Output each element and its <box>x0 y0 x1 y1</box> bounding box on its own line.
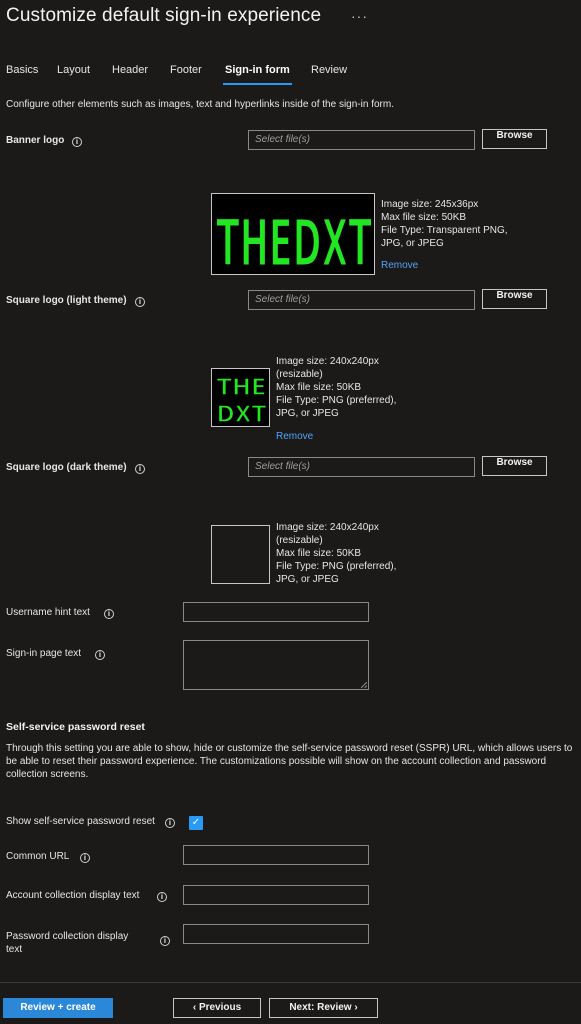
tab-review[interactable]: Review <box>311 64 347 76</box>
username-hint-input[interactable] <box>183 602 369 622</box>
next-label: Next: Review <box>289 1002 352 1013</box>
square-logo-light-file-input[interactable]: Select file(s) <box>248 290 475 310</box>
banner-logo-text: THEDXT <box>216 205 372 275</box>
meta-line: Image size: 240x240px <box>276 522 379 533</box>
square-logo-light-text-line2: DXT <box>217 402 267 427</box>
banner-logo-file-input[interactable]: Select file(s) <box>248 130 475 150</box>
banner-logo-preview: THEDXT <box>211 193 375 275</box>
banner-logo-image: THEDXT <box>212 194 374 275</box>
square-logo-dark-preview <box>211 525 270 584</box>
review-create-button[interactable]: Review + create <box>3 998 113 1018</box>
meta-line: (resizable) <box>276 369 323 380</box>
label-line: text <box>6 944 23 955</box>
banner-logo-browse-button[interactable]: Browse <box>482 129 547 149</box>
show-sspr-label: Show self-service password reset <box>6 816 155 827</box>
banner-logo-remove-link[interactable]: Remove <box>381 260 418 271</box>
meta-line: Image size: 240x240px <box>276 356 379 367</box>
signin-page-textarea[interactable] <box>183 640 369 690</box>
square-logo-light-image: THE DXT <box>212 369 269 427</box>
meta-line: File Type: Transparent PNG, <box>381 225 508 236</box>
meta-line: Max file size: 50KB <box>381 212 467 223</box>
info-icon[interactable]: i <box>135 464 145 474</box>
square-logo-light-preview: THE DXT <box>211 368 270 427</box>
info-icon[interactable]: i <box>157 892 167 902</box>
sspr-description: Through this setting you are able to sho… <box>6 743 573 780</box>
password-collection-label: Password collection display text <box>6 930 128 956</box>
meta-line: Max file size: 50KB <box>276 382 362 393</box>
meta-line: JPG, or JPEG <box>381 238 444 249</box>
signin-page-text-label: Sign-in page text <box>6 648 82 659</box>
label-line: Password collection display <box>6 931 129 942</box>
account-collection-input[interactable] <box>183 885 369 905</box>
info-icon[interactable]: i <box>160 936 170 946</box>
password-collection-input[interactable] <box>183 924 369 944</box>
previous-button[interactable]: ‹ Previous <box>173 998 261 1018</box>
meta-line: JPG, or JPEG <box>276 574 339 585</box>
square-logo-light-browse-button[interactable]: Browse <box>482 289 547 309</box>
sspr-heading: Self-service password reset <box>6 721 145 733</box>
info-icon[interactable]: i <box>72 137 82 147</box>
username-hint-label: Username hint text <box>6 607 90 618</box>
banner-logo-meta: Image size: 245x36px Max file size: 50KB… <box>381 198 508 250</box>
square-logo-light-remove-link[interactable]: Remove <box>276 431 313 442</box>
show-sspr-checkbox[interactable]: ✓ <box>189 816 203 830</box>
common-url-input[interactable] <box>183 845 369 865</box>
meta-line: Image size: 245x36px <box>381 199 479 210</box>
banner-logo-label: Banner logo <box>6 135 65 146</box>
square-logo-light-text-line1: THE <box>217 375 267 401</box>
tab-footer[interactable]: Footer <box>170 64 202 76</box>
resize-grip-icon[interactable] <box>361 682 367 688</box>
chevron-left-icon: ‹ <box>192 1002 197 1013</box>
account-collection-label: Account collection display text <box>6 890 140 901</box>
info-icon[interactable]: i <box>165 818 175 828</box>
meta-line: File Type: PNG (preferred), <box>276 395 397 406</box>
meta-line: JPG, or JPEG <box>276 408 339 419</box>
section-description: Configure other elements such as images,… <box>6 99 394 110</box>
info-icon[interactable]: i <box>80 853 90 863</box>
square-logo-light-label: Square logo (light theme) <box>6 295 127 306</box>
square-logo-dark-file-input[interactable]: Select file(s) <box>248 457 475 477</box>
square-logo-dark-meta: Image size: 240x240px (resizable) Max fi… <box>276 521 396 586</box>
tab-header[interactable]: Header <box>112 64 148 76</box>
tab-sign-in-form[interactable]: Sign-in form <box>225 64 290 76</box>
tab-layout[interactable]: Layout <box>57 64 90 76</box>
meta-line: Max file size: 50KB <box>276 548 362 559</box>
info-icon[interactable]: i <box>95 650 105 660</box>
footer-divider <box>0 982 581 983</box>
chevron-right-icon: › <box>354 1002 358 1013</box>
previous-label: Previous <box>198 1002 242 1013</box>
common-url-label: Common URL <box>6 851 70 862</box>
tab-basics[interactable]: Basics <box>6 64 38 76</box>
info-icon[interactable]: i <box>104 609 114 619</box>
info-icon[interactable]: i <box>135 297 145 307</box>
meta-line: (resizable) <box>276 535 323 546</box>
next-review-button[interactable]: Next: Review › <box>269 998 378 1018</box>
square-logo-light-meta: Image size: 240x240px (resizable) Max fi… <box>276 355 396 420</box>
meta-line: File Type: PNG (preferred), <box>276 561 397 572</box>
page-title: Customize default sign-in experience <box>6 5 322 26</box>
active-tab-indicator <box>223 83 292 85</box>
square-logo-dark-browse-button[interactable]: Browse <box>482 456 547 476</box>
square-logo-dark-label: Square logo (dark theme) <box>6 462 127 473</box>
more-options-button[interactable]: ··· <box>351 8 368 24</box>
